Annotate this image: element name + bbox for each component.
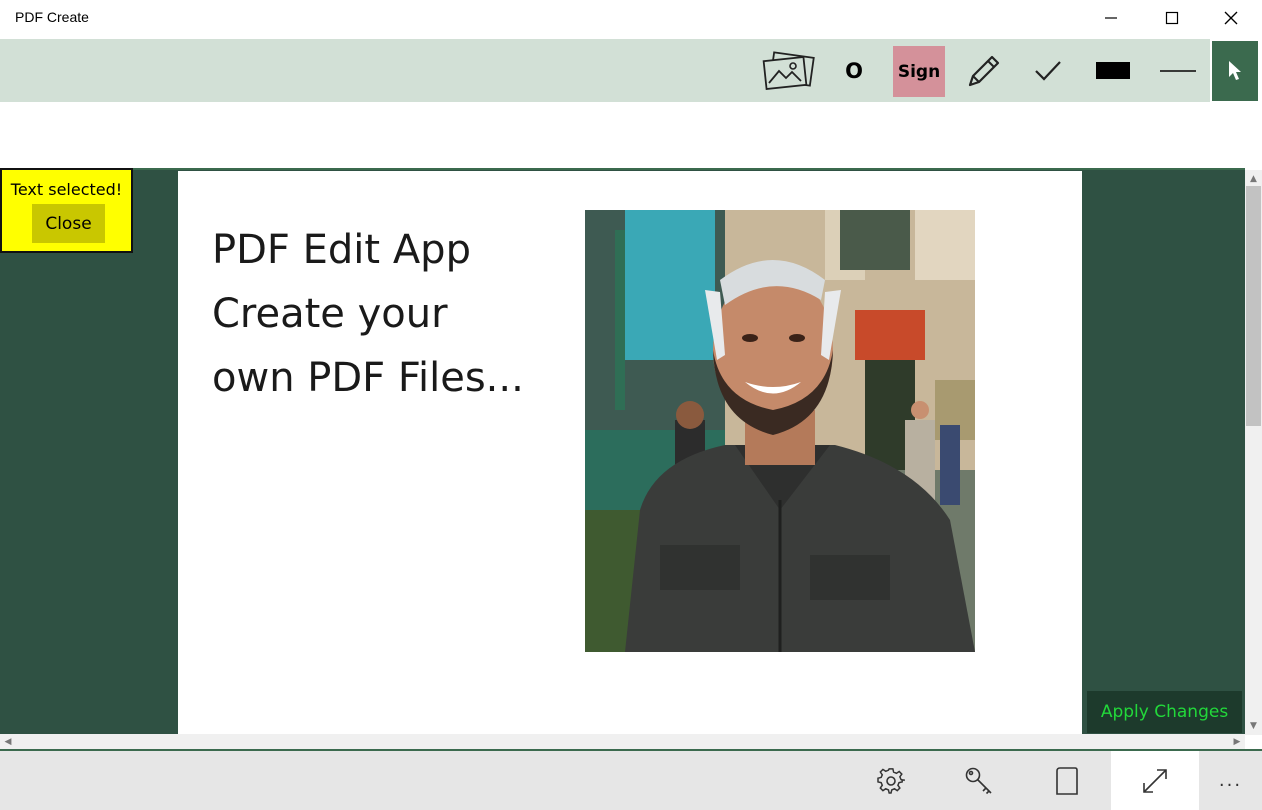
page-text-line[interactable]: PDF Edit App [212, 218, 524, 282]
page-text-line[interactable]: own PDF Files... [212, 346, 524, 410]
notification-message: Text selected! [10, 180, 123, 199]
cursor-icon [1229, 61, 1241, 80]
insert-image-tool[interactable] [760, 46, 818, 96]
sign-tool-label: Sign [897, 61, 941, 82]
scroll-up-icon[interactable]: ▲ [1245, 171, 1262, 187]
pencil-icon [968, 55, 1000, 87]
apply-changes-button[interactable]: Apply Changes [1087, 691, 1242, 733]
vertical-scroll-thumb[interactable] [1246, 186, 1261, 426]
expand-button[interactable] [1111, 751, 1199, 810]
maximize-icon [1165, 11, 1179, 25]
horizontal-scrollbar[interactable] [0, 734, 1245, 749]
more-options-button[interactable]: ... [1199, 751, 1262, 810]
select-tool[interactable] [1212, 41, 1258, 101]
close-button[interactable] [1202, 0, 1260, 36]
pencil-tool[interactable] [960, 46, 1008, 96]
image-icon [762, 51, 815, 91]
scroll-left-icon[interactable]: ◀ [0, 734, 16, 749]
ellipse-tool[interactable]: O [835, 46, 873, 96]
expand-icon [1143, 768, 1167, 793]
close-icon [1224, 11, 1238, 25]
page-text-line[interactable]: Create your [212, 282, 524, 346]
page-photo[interactable] [585, 210, 975, 652]
key-icon [965, 767, 992, 794]
sign-tool[interactable]: Sign [893, 46, 945, 97]
settings-button[interactable] [860, 751, 922, 810]
portrait-photo [585, 210, 975, 652]
page-text-block[interactable]: PDF Edit App Create your own PDF Files..… [212, 218, 524, 410]
selection-notification: Text selected! Close [0, 168, 133, 253]
rectangle-tool[interactable] [1088, 46, 1138, 96]
notification-close-button[interactable]: Close [32, 204, 105, 243]
title-bar: PDF Create [0, 0, 1262, 38]
maximize-button[interactable] [1143, 0, 1201, 36]
filled-rectangle-icon [1096, 62, 1130, 79]
line-tool[interactable] [1153, 46, 1203, 96]
minimize-button[interactable] [1082, 0, 1140, 36]
app-title: PDF Create [15, 9, 89, 25]
page-icon [1056, 766, 1078, 795]
scroll-down-icon[interactable]: ▼ [1245, 718, 1262, 734]
ellipse-tool-label: O [845, 59, 863, 83]
check-icon [1035, 61, 1061, 81]
scroll-right-icon[interactable]: ▶ [1229, 734, 1245, 749]
minimize-icon [1105, 17, 1117, 19]
page-button[interactable] [1036, 751, 1098, 810]
gear-icon [877, 767, 905, 794]
key-button[interactable] [948, 751, 1010, 810]
checkmark-tool[interactable] [1024, 46, 1072, 96]
line-icon [1160, 70, 1196, 72]
